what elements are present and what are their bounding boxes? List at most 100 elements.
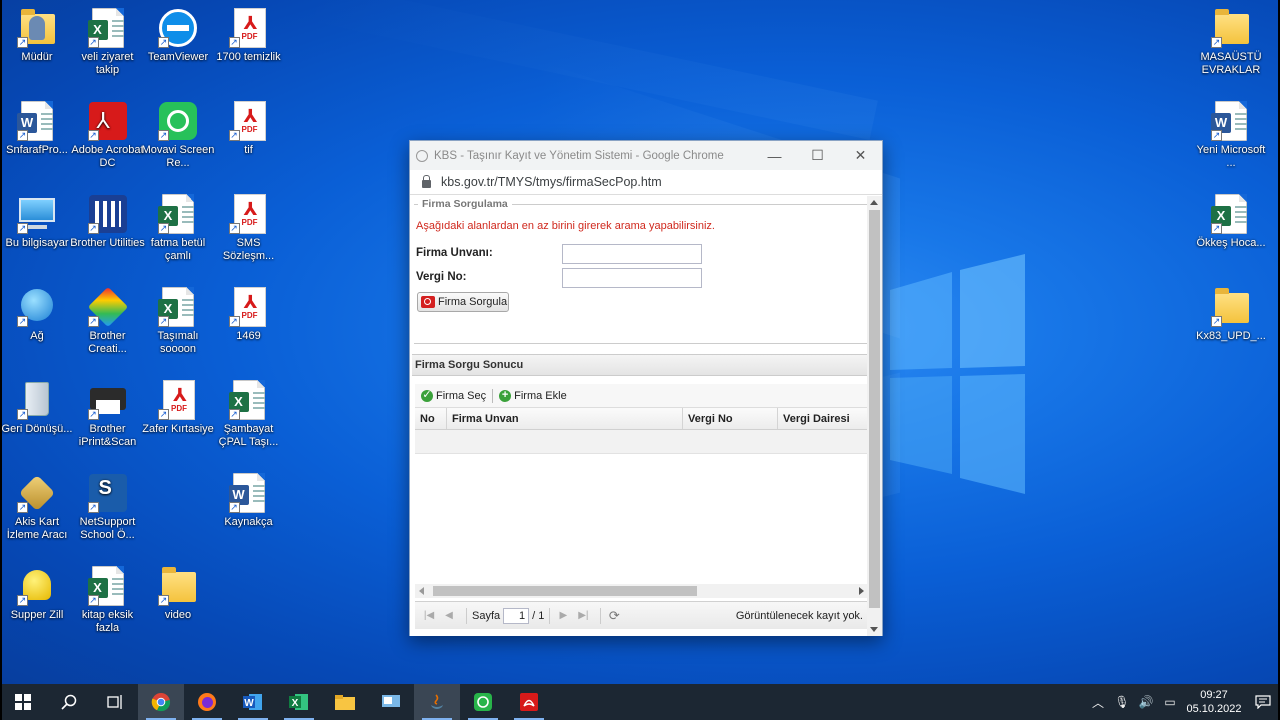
desktop-icon[interactable]: X ↗ veli ziyaret takip [70, 8, 146, 77]
speaker-icon[interactable]: 🔊 [1134, 695, 1158, 709]
pdf-icon: ⅄ PDF ↗ [228, 8, 269, 48]
desktop-icon[interactable]: ⅄ PDF ↗ SMS Sözleşm... [211, 194, 287, 263]
firma-unvani-input[interactable] [562, 244, 702, 264]
taskbar-clock[interactable]: 09:27 05.10.2022 [1182, 688, 1246, 716]
next-page-icon[interactable]: ▶ [555, 608, 571, 624]
vertical-scrollbar[interactable] [867, 196, 882, 636]
desktop-icon[interactable]: ⅄ PDF ↗ tif [211, 101, 287, 157]
desktop-icon[interactable]: ↗ Brother iPrint&Scan [70, 380, 146, 449]
desktop-icon[interactable]: ↗ Brother Creati... [70, 286, 146, 356]
desktop-icon-label: 1700 temizlik [216, 51, 281, 63]
firma-sec-button[interactable]: ✓ Firma Seç [415, 389, 492, 402]
taskbar-java[interactable] [414, 684, 460, 720]
desktop-icon[interactable]: W ↗ Kaynakça [211, 473, 287, 529]
column-header-vergi-dairesi[interactable]: Vergi Dairesi [778, 408, 867, 429]
desktop-icon[interactable]: ⅄ ↗ Adobe Acrobat DC [70, 101, 146, 170]
netsupport-icon: S ↗ [87, 473, 128, 513]
scroll-right-arrow-icon[interactable] [859, 587, 864, 595]
taskbar-excel[interactable]: X [276, 684, 322, 720]
minimize-button[interactable]: — [753, 148, 796, 164]
chevron-up-icon[interactable]: ︿ [1086, 694, 1110, 711]
maximize-button[interactable]: ☐ [796, 147, 839, 164]
desktop-icon-label: Müdür [21, 51, 53, 63]
firma-ekle-button[interactable]: + Firma Ekle [493, 389, 573, 402]
refresh-icon[interactable]: ⟳ [606, 608, 622, 624]
printer-icon: ↗ [87, 380, 128, 420]
column-header-firma-unvan[interactable]: Firma Unvan [447, 408, 683, 429]
taskbar-chrome[interactable] [138, 684, 184, 720]
desktop-icon-label: kitap eksik fazla [81, 609, 134, 634]
excel-icon: X ↗ [1211, 194, 1251, 234]
column-header-no[interactable]: No [415, 408, 447, 429]
desktop-icon[interactable]: W ↗ SnfarafPro... [0, 101, 75, 157]
scroll-thumb[interactable] [433, 586, 697, 596]
svg-text:W: W [244, 698, 254, 709]
microphone-icon[interactable]: 🎙 [1110, 695, 1134, 709]
desktop-icon[interactable]: ↗ Movavi Screen Re... [140, 101, 216, 170]
horizontal-scrollbar[interactable] [415, 584, 867, 598]
taskbar-movavi[interactable] [460, 684, 506, 720]
desktop-icon[interactable]: X ↗ Şambayat ÇPAL Taşı... [211, 380, 287, 449]
desktop-icon[interactable]: W ↗ Yeni Microsoft ... [1193, 101, 1269, 170]
pager-separator [549, 607, 551, 624]
start-button[interactable] [0, 684, 46, 720]
close-button[interactable]: ✕ [839, 147, 882, 164]
scroll-down-arrow-icon[interactable] [870, 627, 878, 632]
desktop-icon[interactable]: ↗ Brother Utilities [70, 194, 146, 250]
desktop-icon[interactable]: ↗ Müdür [0, 8, 75, 64]
desktop-icon[interactable]: ↗ Geri Dönüşü... [0, 380, 75, 436]
user-folder-icon: ↗ [17, 8, 57, 48]
fieldset-legend: Firma Sorgulama [422, 198, 508, 210]
page-total: / 1 [532, 609, 545, 622]
desktop-icon[interactable]: ↗ Ağ [0, 287, 75, 343]
desktop-icon[interactable]: ↗ Akis Kart İzleme Aracı [0, 473, 75, 542]
word-icon: W ↗ [17, 101, 57, 141]
vergi-no-input[interactable] [562, 268, 702, 288]
brother-utilities-icon: ↗ [87, 194, 128, 234]
taskbar-word[interactable]: W [230, 684, 276, 720]
taskbar-acrobat[interactable] [506, 684, 552, 720]
notification-center-button[interactable] [1246, 695, 1280, 709]
system-tray: ︿ 🎙 🔊 ▭ 09:27 05.10.2022 [1086, 684, 1280, 720]
desktop-icon-label: Brother Creati... [88, 330, 127, 355]
desktop-icon[interactable]: ↗ TeamViewer [140, 8, 216, 64]
page-content: Firma Sorgulama Aşağıdaki alanlardan en … [410, 196, 868, 636]
desktop-icon[interactable]: ↗ video [140, 566, 216, 622]
search-icon [421, 296, 435, 308]
address-bar[interactable]: kbs.gov.tr/TMYS/tmys/firmaSecPop.htm [410, 170, 882, 195]
desktop-icon[interactable]: ⅄ PDF ↗ 1469 [211, 287, 287, 343]
taskbar-file-explorer[interactable] [322, 684, 368, 720]
scroll-up-arrow-icon[interactable] [870, 200, 878, 205]
desktop-icon[interactable]: X ↗ Ökkeş Hoca... [1193, 194, 1269, 250]
desktop-icon[interactable]: ↗ Bu bilgisayar [0, 194, 75, 250]
window-titlebar[interactable]: KBS - Taşınır Kayıt ve Yönetim Sistemi -… [410, 141, 882, 170]
column-header-vergi-no[interactable]: Vergi No [683, 408, 778, 429]
prev-page-icon[interactable]: ◀ [441, 608, 457, 624]
last-page-icon[interactable]: ▶| [575, 608, 591, 624]
desktop-icon[interactable]: X ↗ fatma betül çamlı [140, 194, 216, 263]
desktop-icon[interactable]: ↗ Kx83_UPD_... [1193, 287, 1269, 343]
desktop-icon[interactable]: S ↗ NetSupport School Ö... [70, 473, 146, 542]
excel-icon: X [289, 694, 308, 710]
desktop-icon[interactable]: ↗ MASAÜSTÜ EVRAKLAR [1193, 8, 1269, 77]
desktop-icon-label: Supper Zill [10, 609, 64, 621]
taskbar-firefox[interactable] [184, 684, 230, 720]
file-explorer-icon [335, 695, 355, 710]
desktop-icon[interactable]: ⅄ PDF ↗ Zafer Kırtasiye [140, 380, 216, 436]
scroll-thumb[interactable] [869, 210, 880, 608]
firma-sorgula-button[interactable]: Firma Sorgula [417, 292, 509, 312]
desktop-icon[interactable]: ⅄ PDF ↗ 1700 temizlik [211, 8, 287, 64]
desktop-icon[interactable]: X ↗ kitap eksik fazla [70, 566, 146, 635]
scroll-left-arrow-icon[interactable] [419, 587, 424, 595]
browser-window[interactable]: KBS - Taşınır Kayıt ve Yönetim Sistemi -… [409, 140, 883, 636]
taskbar-control-panel[interactable] [368, 684, 414, 720]
first-page-icon[interactable]: |◀ [421, 608, 437, 624]
desktop-icon[interactable]: ↗ Supper Zill [0, 566, 75, 622]
page-number-input[interactable]: 1 [503, 607, 530, 624]
desktop-icon[interactable]: X ↗ Taşımalı soooon [140, 287, 216, 356]
desktop-icon-label: SMS Sözleşm... [222, 237, 275, 262]
search-button[interactable] [46, 684, 92, 720]
task-view-button[interactable] [92, 684, 138, 720]
brother-creative-icon: ↗ [87, 286, 128, 328]
network-tray-icon[interactable]: ▭ [1158, 695, 1182, 709]
